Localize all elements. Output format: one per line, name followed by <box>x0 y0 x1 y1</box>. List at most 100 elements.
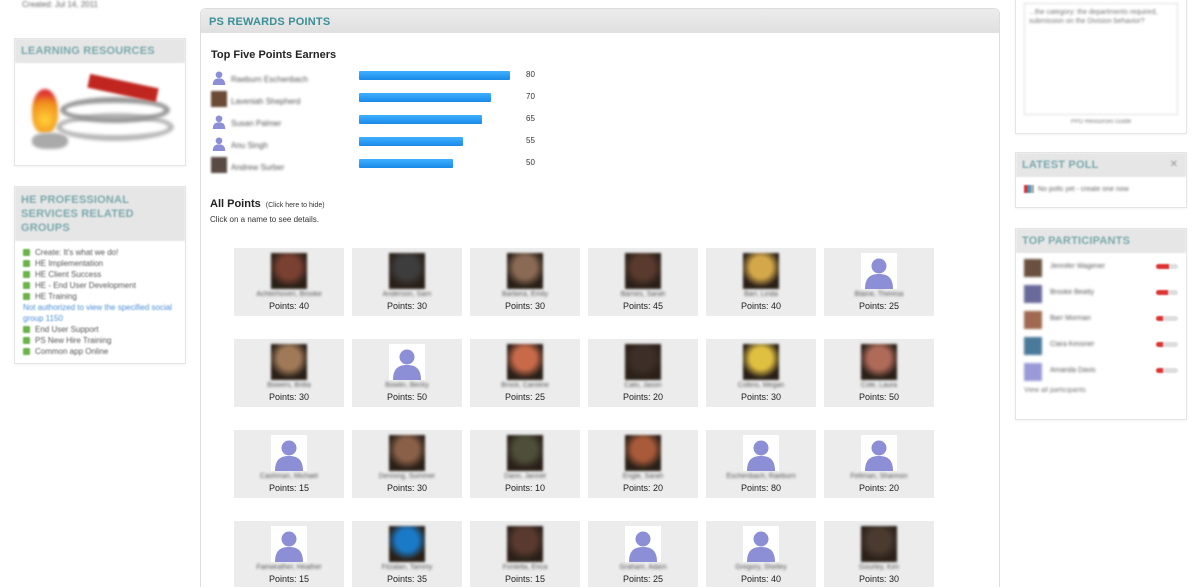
user-avatar[interactable] <box>743 253 779 289</box>
group-link[interactable]: HE Implementation <box>23 258 177 269</box>
user-name[interactable]: Brock, Caroline <box>474 382 576 389</box>
learning-resources-image[interactable] <box>20 69 180 161</box>
user-avatar[interactable] <box>507 435 543 471</box>
user-avatar[interactable] <box>625 435 661 471</box>
user-points-card[interactable]: Engle, Sarah Points: 20 <box>588 430 698 498</box>
user-points-card[interactable]: Brock, Caroline Points: 25 <box>470 339 580 407</box>
user-avatar[interactable] <box>743 344 779 380</box>
user-points-card[interactable]: Dann, Jannet Points: 10 <box>470 430 580 498</box>
user-points-card[interactable]: Barnes, Sarah Points: 45 <box>588 248 698 316</box>
user-avatar[interactable] <box>625 344 661 380</box>
notes-caption[interactable]: PPD Resources Guide <box>1016 119 1186 125</box>
user-avatar[interactable] <box>625 526 661 562</box>
user-name[interactable]: Fontella, Erica <box>474 564 576 571</box>
participant-name[interactable]: Amanda Davis <box>1050 367 1096 374</box>
earner-avatar[interactable] <box>211 157 227 173</box>
participant-name[interactable]: Brooke Beatty <box>1050 289 1094 296</box>
user-name[interactable]: Collins, Megan <box>710 382 812 389</box>
hide-link[interactable]: (Click here to hide) <box>266 202 325 209</box>
user-points-card[interactable]: Cato, Jason Points: 20 <box>588 339 698 407</box>
user-avatar[interactable] <box>861 435 897 471</box>
user-avatar[interactable] <box>625 253 661 289</box>
user-name[interactable]: Eschenbach, Raeburn <box>710 473 812 480</box>
participant-avatar[interactable] <box>1024 311 1042 329</box>
user-avatar[interactable] <box>389 253 425 289</box>
user-avatar[interactable] <box>271 253 307 289</box>
poll-text[interactable]: No polls yet - create one now <box>1038 186 1129 193</box>
user-name[interactable]: Fairweather, Heather <box>238 564 340 571</box>
participant-row[interactable]: Amanda Davis <box>1016 357 1186 383</box>
user-points-card[interactable]: Achterhoven, Brooke Points: 40 <box>234 248 344 316</box>
user-name[interactable]: Gregory, Shelley <box>710 564 812 571</box>
user-avatar[interactable] <box>271 526 307 562</box>
participant-name[interactable]: Jennifer Wagener <box>1050 263 1105 270</box>
participant-name[interactable]: Barr Morman <box>1050 315 1091 322</box>
participant-row[interactable]: Barr Morman <box>1016 305 1186 331</box>
user-points-card[interactable]: Fontella, Erica Points: 15 <box>470 521 580 587</box>
user-name[interactable]: Bowers, Britta <box>238 382 340 389</box>
user-name[interactable]: Cato, Jason <box>592 382 694 389</box>
user-points-card[interactable]: Bowers, Britta Points: 30 <box>234 339 344 407</box>
user-name[interactable]: Anderson, Sarri <box>356 291 458 298</box>
user-name[interactable]: Graham, Adam <box>592 564 694 571</box>
participant-avatar[interactable] <box>1024 259 1042 277</box>
group-notice-link[interactable]: Not authorized to view the specified soc… <box>23 302 177 324</box>
user-name[interactable]: Fitzalan, Tammy <box>356 564 458 571</box>
user-points-card[interactable]: Graham, Adam Points: 25 <box>588 521 698 587</box>
earner-avatar[interactable] <box>211 91 227 107</box>
user-avatar[interactable] <box>389 344 425 380</box>
close-icon[interactable]: ✕ <box>1170 159 1178 170</box>
user-avatar[interactable] <box>861 253 897 289</box>
user-avatar[interactable] <box>507 526 543 562</box>
user-points-card[interactable]: Fitzalan, Tammy Points: 35 <box>352 521 462 587</box>
earner-name[interactable]: Anu Singh <box>231 141 268 150</box>
user-name[interactable]: Engle, Sarah <box>592 473 694 480</box>
user-points-card[interactable]: Barr, Linda Points: 40 <box>706 248 816 316</box>
group-link[interactable]: HE - End User Development <box>23 280 177 291</box>
user-name[interactable]: Cole, Laura <box>828 382 930 389</box>
participant-row[interactable]: Brooke Beatty <box>1016 279 1186 305</box>
participant-name[interactable]: Clara Kessner <box>1050 341 1094 348</box>
user-name[interactable]: Bowlin, Becky <box>356 382 458 389</box>
user-name[interactable]: Barnes, Sarah <box>592 291 694 298</box>
earner-avatar[interactable] <box>211 135 227 151</box>
user-name[interactable]: Barr, Linda <box>710 291 812 298</box>
user-points-card[interactable]: Feltman, Shannon Points: 20 <box>824 430 934 498</box>
group-link[interactable]: PS New Hire Training <box>23 335 177 346</box>
user-points-card[interactable]: Cashman, Michael Points: 15 <box>234 430 344 498</box>
user-avatar[interactable] <box>271 344 307 380</box>
user-points-card[interactable]: Anderson, Sarri Points: 30 <box>352 248 462 316</box>
notes-textarea[interactable]: ...the category: the departments require… <box>1024 3 1178 115</box>
participant-row[interactable]: Jennifer Wagener <box>1016 253 1186 279</box>
user-avatar[interactable] <box>861 526 897 562</box>
user-avatar[interactable] <box>389 435 425 471</box>
user-avatar[interactable] <box>743 435 779 471</box>
user-points-card[interactable]: Denning, Summer Points: 30 <box>352 430 462 498</box>
group-link[interactable]: Common app Online <box>23 346 177 357</box>
user-name[interactable]: Barbera, Emily <box>474 291 576 298</box>
user-points-card[interactable]: Barbera, Emily Points: 30 <box>470 248 580 316</box>
participant-avatar[interactable] <box>1024 337 1042 355</box>
group-link[interactable]: Create: It's what we do! <box>23 247 177 258</box>
view-all-participants-link[interactable]: View all participants <box>1016 383 1186 398</box>
group-link[interactable]: HE Client Success <box>23 269 177 280</box>
earner-name[interactable]: Laveniah Shepherd <box>231 97 300 106</box>
group-link[interactable]: End User Support <box>23 324 177 335</box>
group-link[interactable]: HE Training <box>23 291 177 302</box>
participant-avatar[interactable] <box>1024 363 1042 381</box>
user-points-card[interactable]: Collins, Megan Points: 30 <box>706 339 816 407</box>
user-name[interactable]: Gourley, Kim <box>828 564 930 571</box>
user-avatar[interactable] <box>743 526 779 562</box>
participant-avatar[interactable] <box>1024 285 1042 303</box>
user-name[interactable]: Feltman, Shannon <box>828 473 930 480</box>
user-avatar[interactable] <box>271 435 307 471</box>
earner-avatar[interactable] <box>211 69 227 85</box>
user-points-card[interactable]: Gregory, Shelley Points: 40 <box>706 521 816 587</box>
user-name[interactable]: Cashman, Michael <box>238 473 340 480</box>
user-points-card[interactable]: Cole, Laura Points: 50 <box>824 339 934 407</box>
user-avatar[interactable] <box>861 344 897 380</box>
earner-name[interactable]: Susan Palmer <box>231 119 281 128</box>
earner-name[interactable]: Andrew Surber <box>231 163 284 172</box>
user-avatar[interactable] <box>507 253 543 289</box>
user-name[interactable]: Blaine, Theresa <box>828 291 930 298</box>
